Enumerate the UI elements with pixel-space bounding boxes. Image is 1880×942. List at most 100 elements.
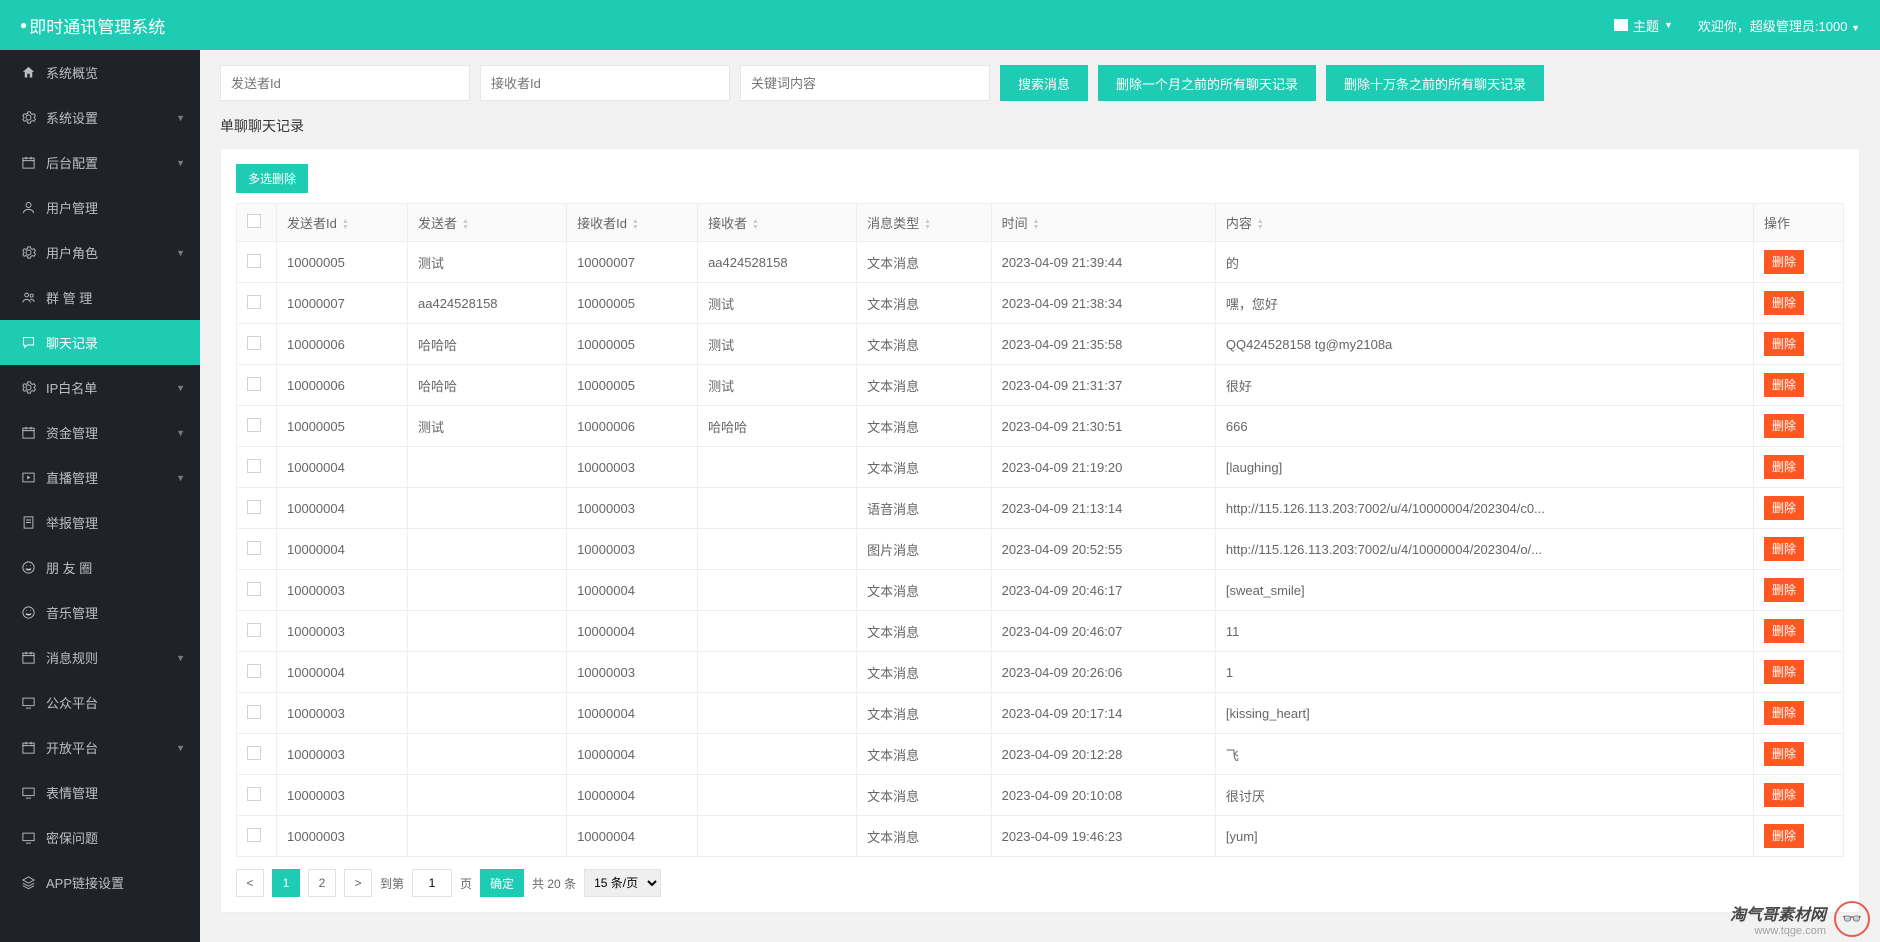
- delete-row-button[interactable]: 删除: [1764, 291, 1804, 315]
- sidebar-item-0[interactable]: 系统概览: [0, 50, 200, 95]
- delete-row-button[interactable]: 删除: [1764, 537, 1804, 561]
- delete-row-button[interactable]: 删除: [1764, 496, 1804, 520]
- users-icon: [20, 290, 36, 305]
- cell-content: 1: [1215, 652, 1753, 693]
- row-checkbox[interactable]: [247, 623, 261, 637]
- header-receiver-id[interactable]: 接收者Id▲▼: [567, 204, 698, 242]
- sidebar-item-7[interactable]: IP白名单▼: [0, 365, 200, 410]
- row-checkbox[interactable]: [247, 582, 261, 596]
- row-checkbox[interactable]: [247, 664, 261, 678]
- cell-receiver: [698, 488, 857, 529]
- section-title: 单聊聊天记录: [220, 116, 1860, 136]
- sidebar-item-12[interactable]: 音乐管理: [0, 590, 200, 635]
- welcome-text[interactable]: 欢迎你，超级管理员:1000 ▼: [1698, 16, 1860, 35]
- cell-msg-type: 文本消息: [857, 406, 991, 447]
- row-checkbox[interactable]: [247, 254, 261, 268]
- cell-sender: [408, 447, 567, 488]
- header-content[interactable]: 内容▲▼: [1215, 204, 1753, 242]
- sidebar-item-14[interactable]: 公众平台: [0, 680, 200, 725]
- cell-receiver-id: 10000005: [567, 365, 698, 406]
- sidebar-item-13[interactable]: 消息规则▼: [0, 635, 200, 680]
- search-button[interactable]: 搜索消息: [1000, 65, 1088, 101]
- header-msg-type[interactable]: 消息类型▲▼: [857, 204, 991, 242]
- sidebar-item-6[interactable]: 聊天记录: [0, 320, 200, 365]
- delete-row-button[interactable]: 删除: [1764, 783, 1804, 807]
- main-content: 搜索消息 删除一个月之前的所有聊天记录 删除十万条之前的所有聊天记录 单聊聊天记…: [200, 50, 1880, 942]
- table-row: 10000005 测试 10000007 aa424528158 文本消息 20…: [237, 242, 1844, 283]
- row-checkbox[interactable]: [247, 746, 261, 760]
- delete-row-button[interactable]: 删除: [1764, 332, 1804, 356]
- sidebar-item-16[interactable]: 表情管理: [0, 770, 200, 815]
- sidebar-item-1[interactable]: 系统设置▼: [0, 95, 200, 140]
- theme-button[interactable]: 主题 ▼: [1614, 16, 1673, 35]
- cell-content: 很讨厌: [1215, 775, 1753, 816]
- delete-row-button[interactable]: 删除: [1764, 414, 1804, 438]
- row-checkbox[interactable]: [247, 541, 261, 555]
- receiver-id-input[interactable]: [480, 65, 730, 101]
- row-checkbox[interactable]: [247, 377, 261, 391]
- app-title: 即时通讯管理系统: [20, 13, 165, 38]
- sender-id-input[interactable]: [220, 65, 470, 101]
- prev-page-button[interactable]: <: [236, 869, 264, 897]
- sidebar-item-2[interactable]: 后台配置▼: [0, 140, 200, 185]
- delete-row-button[interactable]: 删除: [1764, 619, 1804, 643]
- row-checkbox[interactable]: [247, 828, 261, 842]
- delete-row-button[interactable]: 删除: [1764, 660, 1804, 684]
- delete-100k-button[interactable]: 删除十万条之前的所有聊天记录: [1326, 65, 1544, 101]
- sidebar-item-18[interactable]: APP链接设置: [0, 860, 200, 905]
- multi-delete-button[interactable]: 多选删除: [236, 164, 308, 193]
- delete-row-button[interactable]: 删除: [1764, 742, 1804, 766]
- sidebar-item-8[interactable]: 资金管理▼: [0, 410, 200, 455]
- cell-sender-id: 10000004: [277, 652, 408, 693]
- row-checkbox[interactable]: [247, 500, 261, 514]
- cell-time: 2023-04-09 21:30:51: [991, 406, 1215, 447]
- home-icon: [20, 65, 36, 80]
- cell-msg-type: 文本消息: [857, 611, 991, 652]
- gear-icon: [20, 110, 36, 125]
- calendar-icon: [20, 650, 36, 665]
- delete-row-button[interactable]: 删除: [1764, 250, 1804, 274]
- header-time[interactable]: 时间▲▼: [991, 204, 1215, 242]
- delete-row-button[interactable]: 删除: [1764, 824, 1804, 848]
- chevron-down-icon: ▼: [176, 113, 185, 123]
- select-all-checkbox[interactable]: [247, 214, 261, 228]
- table-row: 10000004 10000003 文本消息 2023-04-09 21:19:…: [237, 447, 1844, 488]
- sidebar-item-11[interactable]: 朋 友 圈: [0, 545, 200, 590]
- card: 多选删除 发送者Id▲▼ 发送者▲▼ 接收者Id▲▼ 接收者▲▼ 消息类型▲▼ …: [220, 148, 1860, 913]
- sidebar-item-17[interactable]: 密保问题: [0, 815, 200, 860]
- header-receiver[interactable]: 接收者▲▼: [698, 204, 857, 242]
- per-page-select[interactable]: 15 条/页: [584, 869, 661, 897]
- page-2-button[interactable]: 2: [308, 869, 336, 897]
- page-confirm-button[interactable]: 确定: [480, 869, 524, 897]
- sidebar-item-10[interactable]: 举报管理: [0, 500, 200, 545]
- row-checkbox[interactable]: [247, 787, 261, 801]
- delete-row-button[interactable]: 删除: [1764, 578, 1804, 602]
- delete-row-button[interactable]: 删除: [1764, 373, 1804, 397]
- sidebar-item-label: 用户管理: [46, 198, 98, 217]
- delete-row-button[interactable]: 删除: [1764, 455, 1804, 479]
- page-input[interactable]: [412, 869, 452, 897]
- cell-sender: 测试: [408, 406, 567, 447]
- sort-icon: ▲▼: [342, 219, 349, 231]
- header-sender-id[interactable]: 发送者Id▲▼: [277, 204, 408, 242]
- row-checkbox[interactable]: [247, 418, 261, 432]
- next-page-button[interactable]: >: [344, 869, 372, 897]
- table-row: 10000003 10000004 文本消息 2023-04-09 20:10:…: [237, 775, 1844, 816]
- header-sender[interactable]: 发送者▲▼: [408, 204, 567, 242]
- delete-month-button[interactable]: 删除一个月之前的所有聊天记录: [1098, 65, 1316, 101]
- sidebar-item-4[interactable]: 用户角色▼: [0, 230, 200, 275]
- chevron-down-icon: ▼: [176, 158, 185, 168]
- table-row: 10000003 10000004 文本消息 2023-04-09 20:46:…: [237, 611, 1844, 652]
- keyword-input[interactable]: [740, 65, 990, 101]
- sidebar-item-15[interactable]: 开放平台▼: [0, 725, 200, 770]
- page-1-button[interactable]: 1: [272, 869, 300, 897]
- row-checkbox[interactable]: [247, 336, 261, 350]
- sidebar-item-9[interactable]: 直播管理▼: [0, 455, 200, 500]
- row-checkbox[interactable]: [247, 705, 261, 719]
- sidebar-item-3[interactable]: 用户管理: [0, 185, 200, 230]
- row-checkbox[interactable]: [247, 459, 261, 473]
- delete-row-button[interactable]: 删除: [1764, 701, 1804, 725]
- sidebar-item-5[interactable]: 群 管 理: [0, 275, 200, 320]
- row-checkbox[interactable]: [247, 295, 261, 309]
- cell-sender: [408, 652, 567, 693]
